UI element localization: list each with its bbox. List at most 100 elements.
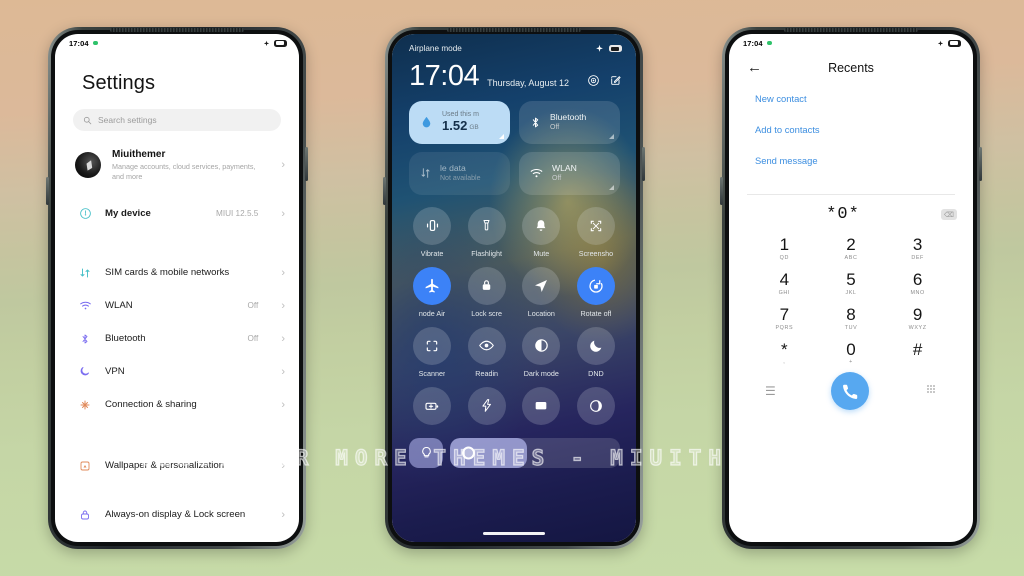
settings-gear-icon[interactable] (587, 74, 600, 87)
tile-bluetooth[interactable]: Bluetooth Off (519, 100, 620, 144)
menu-icon[interactable]: ☰ (765, 384, 776, 398)
chevron-right-icon: › (281, 159, 285, 171)
toggle-dnd[interactable]: DND (569, 326, 623, 378)
page-title: Settings (82, 72, 156, 94)
sidebar-item-vpn[interactable]: VPN › (55, 355, 299, 388)
page-title: Recents (828, 60, 874, 75)
home-indicator[interactable] (483, 532, 545, 535)
sidebar-item-always-on-display[interactable]: Always-on display & Lock screen › (55, 498, 299, 531)
item-label: Wallpaper & personalization (105, 459, 225, 471)
toggle-dark-mode[interactable]: Dark mode (514, 326, 568, 378)
tile-sub: Not available (440, 175, 481, 183)
link-send-message[interactable]: Send message (755, 155, 973, 166)
toggle-flash[interactable] (460, 386, 514, 429)
tile-data-usage[interactable]: Used this m 1.52 GB (409, 100, 510, 144)
search-input[interactable]: Search settings (73, 109, 281, 131)
key-letters (884, 359, 951, 366)
key-digit: 5 (846, 269, 856, 289)
keypad-icon[interactable] (925, 382, 937, 400)
toggle-reading-mode[interactable]: Readin (460, 326, 514, 378)
toggle-location[interactable]: Location (514, 266, 568, 318)
toggle-mute[interactable]: Mute (514, 206, 568, 258)
dialpad-key-4[interactable]: 4 GHI (751, 269, 818, 297)
dialpad-key-0[interactable]: 0 + (818, 340, 885, 367)
key-digit: 4 (779, 269, 790, 289)
dialpad-key-5[interactable]: 5 JKL (818, 269, 885, 297)
expand-corner-icon[interactable] (609, 184, 614, 190)
toggle-label: Screensho (578, 248, 614, 258)
key-letters: , (783, 359, 786, 366)
toggle-theme[interactable] (569, 386, 623, 429)
power-button[interactable] (305, 147, 308, 181)
volume-button[interactable] (720, 177, 723, 205)
link-add-to-contacts[interactable]: Add to contacts (755, 124, 973, 135)
link-new-contact[interactable]: New contact (755, 93, 973, 104)
phone-call-icon[interactable] (831, 372, 870, 411)
tile-wlan[interactable]: WLAN Off (519, 151, 620, 195)
expand-corner-icon[interactable] (609, 133, 614, 139)
power-button[interactable] (642, 147, 645, 181)
dialer-action-links: New contact Add to contacts Send message (729, 75, 973, 186)
key-digit: 9 (912, 304, 923, 324)
sidebar-item-bluetooth[interactable]: Bluetooth Off › (55, 322, 299, 355)
key-letters: DEF (911, 254, 924, 261)
sidebar-item-wlan[interactable]: WLAN Off › (55, 289, 299, 322)
toggle-screenshot[interactable]: Screensho (569, 206, 623, 258)
eye-icon (467, 326, 506, 365)
toggle-scanner[interactable]: Scanner (405, 326, 459, 378)
volume-button[interactable] (46, 177, 49, 205)
key-digit: 8 (846, 304, 856, 324)
backspace-icon[interactable]: ⌫ (941, 209, 957, 220)
toggle-label: DND (588, 368, 604, 378)
earpiece-speaker (446, 28, 582, 32)
toggle-lock-screen[interactable]: Lock scre (460, 266, 514, 318)
chevron-right-icon: › (281, 398, 285, 411)
sidebar-item-my-device[interactable]: My device MIUI 12.5.5 › (55, 197, 299, 230)
dialpad-key-7[interactable]: 7 PQRS (751, 305, 818, 332)
dialer-bottom-bar: ☰ (729, 366, 973, 411)
toggle-airplane-mode[interactable]: node Air (405, 266, 459, 318)
toggle-battery-saver[interactable] (405, 386, 459, 429)
sidebar-item-connection-sharing[interactable]: Connection & sharing › (55, 388, 299, 421)
key-digit: # (912, 339, 923, 359)
dialpad-key-2[interactable]: 2 ABC (818, 236, 885, 262)
toggle-vibrate[interactable]: Vibrate (405, 206, 459, 258)
dialpad-key-8[interactable]: 8 TUV (818, 304, 885, 332)
power-button[interactable] (979, 147, 982, 181)
brightness-button[interactable] (409, 437, 443, 468)
battery-icon (948, 39, 961, 47)
toggle-flashlight[interactable]: Flashlight (460, 206, 514, 258)
tile-sub: Off (552, 175, 562, 183)
account-row[interactable]: Miuithemer Manage accounts, cloud servic… (75, 149, 285, 181)
share-icon (78, 398, 92, 412)
sidebar-item-sim-cards[interactable]: SIM cards & mobile networks › (55, 256, 299, 289)
phone-settings-screen: 17:04 Settings Search settings Miuitheme… (55, 34, 299, 542)
dialpad-key-1[interactable]: 1 QD (751, 236, 818, 262)
tile-mobile-data[interactable]: le data Not available (409, 151, 510, 195)
sidebar-item-wallpaper[interactable]: Wallpaper & personalization › (55, 449, 299, 482)
volume-slider[interactable] (450, 437, 620, 468)
edit-icon[interactable] (609, 74, 622, 87)
chevron-right-icon: › (281, 299, 285, 312)
status-bar: 17:04 (55, 34, 299, 50)
item-label: My device (105, 207, 151, 219)
tile-caption: Used this m (442, 111, 479, 119)
dialpad-key-hash[interactable]: # (884, 339, 951, 367)
dialed-number[interactable]: *0* (745, 205, 941, 224)
dialpad-key-3[interactable]: 3 DEF (884, 236, 951, 262)
volume-slider-knob[interactable] (462, 446, 475, 460)
airplane-icon (263, 40, 270, 46)
expand-corner-icon[interactable] (499, 133, 504, 139)
bluetooth-icon (78, 332, 92, 346)
dialpad-key-6[interactable]: 6 MNO (884, 270, 951, 297)
dialpad-key-9[interactable]: 9 WXYZ (884, 304, 951, 332)
toggle-rotate[interactable]: Rotate off (569, 266, 623, 318)
volume-button[interactable] (383, 177, 386, 205)
chevron-right-icon: › (281, 332, 285, 345)
dialpad-key-star[interactable]: * , (751, 340, 818, 367)
flash-icon (467, 386, 506, 425)
phone-dialer: 17:04 ← Recents New contact Add to conta… (720, 27, 982, 549)
toggle-row: Scanner Readin Dark mode DND (405, 326, 623, 378)
toggle-cast[interactable] (514, 386, 568, 429)
screenshot-stage: 17:04 Settings Search settings Miuitheme… (0, 0, 1024, 576)
